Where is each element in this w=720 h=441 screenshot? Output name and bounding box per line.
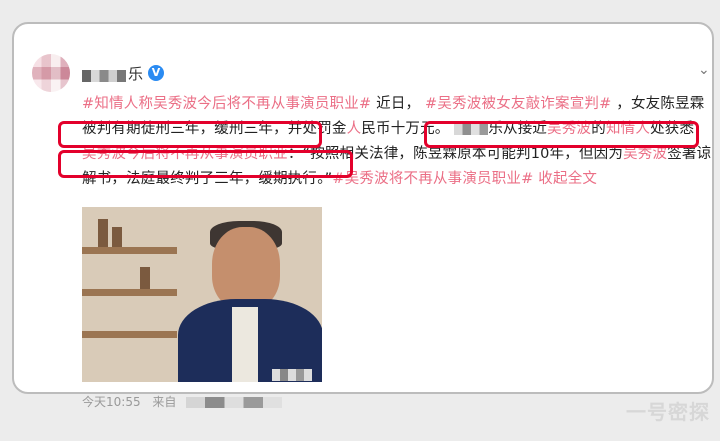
hashtag-link[interactable]: #吴秀波将不再从事演员职业# bbox=[332, 171, 533, 187]
highlight-box bbox=[58, 121, 322, 148]
post-image[interactable] bbox=[82, 207, 322, 382]
book-shape bbox=[112, 227, 122, 247]
book-shape bbox=[140, 267, 150, 289]
watermark-text: 一号密探 bbox=[626, 400, 710, 424]
shelf-line bbox=[82, 289, 177, 296]
post-meta: 今天10:55 来自 bbox=[82, 393, 176, 410]
highlight-box bbox=[424, 121, 699, 148]
highlight-text: 吴秀波 bbox=[623, 146, 668, 162]
highlight-box bbox=[58, 150, 353, 178]
username-suffix[interactable]: 乐 bbox=[128, 63, 143, 84]
hashtag-link[interactable]: #吴秀波被女友敲诈案宣判# bbox=[425, 96, 611, 112]
chevron-down-icon[interactable]: ⌄ bbox=[698, 62, 710, 78]
post-time: 今天10:55 bbox=[82, 395, 141, 409]
weibo-post-card: 乐 V ⌄ #知情人称吴秀波今后将不再从事演员职业# 近日， #吴秀波被女友敲诈… bbox=[12, 22, 714, 409]
hashtag-link[interactable]: #知情人称吴秀波今后将不再从事演员职业# bbox=[82, 96, 371, 112]
collapse-link[interactable]: 收起全文 bbox=[533, 171, 597, 187]
shelf-line bbox=[82, 331, 177, 338]
post-text-segment: 近日， bbox=[376, 96, 421, 112]
source-blurred bbox=[186, 397, 282, 408]
shelf-line bbox=[82, 247, 177, 254]
image-watermark-blur bbox=[272, 369, 312, 381]
avatar[interactable] bbox=[32, 54, 70, 92]
man-shirt-shape bbox=[232, 307, 258, 382]
highlight-text: 人 bbox=[346, 121, 362, 137]
man-head-shape bbox=[212, 227, 280, 309]
post-source-label: 来自 bbox=[152, 395, 177, 409]
verified-icon: V bbox=[148, 65, 164, 81]
username-blurred[interactable] bbox=[82, 70, 126, 82]
book-shape bbox=[98, 219, 108, 247]
